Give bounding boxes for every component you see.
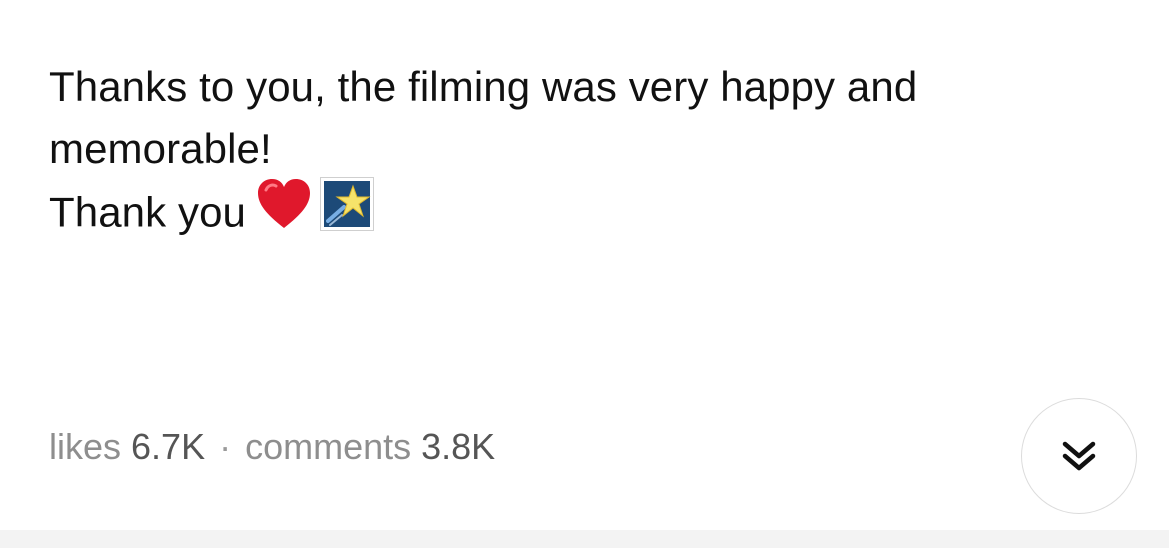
double-chevron-down-icon	[1062, 441, 1096, 471]
red-heart-emoji-icon	[256, 178, 312, 247]
likes-count[interactable]: 6.7K	[131, 426, 205, 467]
shooting-star-emoji-icon	[320, 177, 375, 248]
comments-count[interactable]: 3.8K	[421, 426, 495, 467]
engagement-stats: likes 6.7K · comments 3.8K	[49, 423, 495, 471]
comments-label: comments	[245, 426, 412, 467]
expand-button[interactable]	[1021, 398, 1137, 514]
caption-line-3-text: Thank you	[49, 188, 247, 236]
likes-label: likes	[49, 426, 122, 467]
caption-line-1: Thanks to you, the filming was very happ…	[49, 63, 918, 110]
stats-separator: ·	[219, 426, 232, 467]
post-caption: Thanks to you, the filming was very happ…	[49, 56, 1049, 251]
caption-line-3: Thank you	[49, 177, 1049, 251]
bottom-divider	[0, 530, 1169, 548]
post-detail-panel: Thanks to you, the filming was very happ…	[0, 0, 1169, 548]
caption-line-2: memorable!	[49, 125, 272, 172]
